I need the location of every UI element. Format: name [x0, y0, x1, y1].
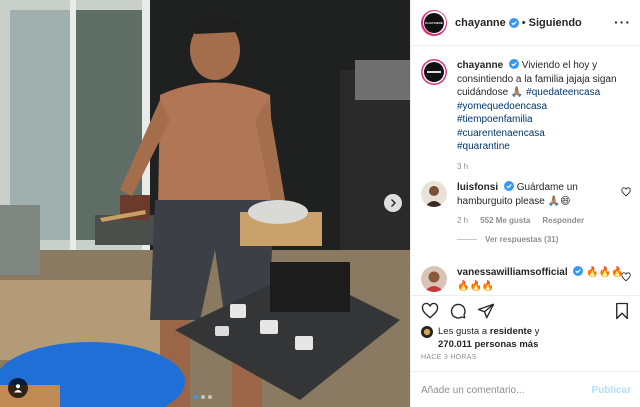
liked-by-prefix: Les gusta a [438, 326, 488, 337]
caption-item: chayanne Viviendo el hoy y consintiendo … [421, 59, 631, 171]
comment-time[interactable]: 2 h [457, 216, 468, 225]
add-comment-bar: Publicar [411, 371, 640, 407]
avatar-image [421, 181, 447, 207]
comment-likes[interactable]: 552 Me gusta [480, 216, 530, 225]
verified-badge-icon [508, 17, 519, 28]
save-bookmark-icon[interactable] [613, 302, 631, 320]
liked-by-count[interactable]: 270.011 personas más [438, 339, 538, 350]
liked-by-connector: y [534, 326, 540, 337]
post-time[interactable]: HACE 3 HORAS [421, 354, 477, 361]
comment-item: luisfonsi Guárdame un hamburguito please… [421, 181, 631, 244]
comment-input[interactable] [421, 384, 581, 396]
avatar-image [421, 266, 447, 292]
hashtag-link[interactable]: #cuarentenaencasa [457, 128, 545, 139]
hashtag-link[interactable]: #yomequedoencasa [457, 101, 547, 112]
share-send-icon[interactable] [477, 302, 495, 320]
action-icons [421, 302, 631, 322]
comment-text-block: vanessawilliamsofficial 🔥🔥🔥🔥🔥🔥 [457, 266, 631, 293]
hashtag-link[interactable]: #quedateencasa [526, 87, 600, 98]
commenter-avatar[interactable] [421, 266, 447, 292]
hashtag-link[interactable]: #quarantine [457, 141, 510, 152]
comments-list: chayanne Viviendo el hoy y consintiendo … [411, 47, 640, 295]
publish-button[interactable]: Publicar [592, 385, 631, 396]
tagged-users-button[interactable] [8, 378, 28, 398]
carousel-dots [194, 395, 212, 399]
author-avatar[interactable] [421, 59, 447, 85]
liker-avatar[interactable] [421, 326, 433, 338]
post-details-panel: CHAYANNE chayanne • Siguiendo ··· chayan… [410, 0, 640, 407]
like-comment-heart-icon[interactable] [621, 187, 631, 197]
view-replies-label: Ver respuestas (31) [485, 235, 559, 244]
comment-author[interactable]: luisfonsi [457, 182, 498, 193]
replies-divider [457, 239, 477, 240]
post-header: CHAYANNE chayanne • Siguiendo ··· [411, 0, 640, 46]
reply-button[interactable]: Responder [542, 216, 584, 225]
avatar-logo-text: CHAYANNE [424, 20, 444, 25]
verified-badge-icon [573, 266, 584, 276]
caption-text-block: chayanne Viviendo el hoy y consintiendo … [457, 59, 631, 154]
carousel-dot [194, 395, 198, 399]
post-photo[interactable] [0, 0, 410, 407]
chevron-right-icon [391, 199, 396, 207]
carousel-dot [201, 395, 205, 399]
comment-text-block: luisfonsi Guárdame un hamburguito please… [457, 181, 631, 208]
caption-author[interactable]: chayanne [457, 60, 503, 71]
user-icon [14, 384, 22, 393]
carousel-dot [208, 395, 212, 399]
photo-illustration [0, 0, 410, 407]
view-replies-button[interactable]: Ver respuestas (31) [457, 235, 631, 244]
author-avatar[interactable]: CHAYANNE [421, 9, 447, 36]
like-heart-icon[interactable] [421, 302, 439, 320]
commenter-avatar[interactable] [421, 181, 447, 207]
verified-badge-icon [503, 181, 514, 191]
verified-badge-icon [508, 59, 519, 69]
following-button[interactable]: Siguiendo [529, 17, 582, 29]
author-username[interactable]: chayanne [455, 17, 506, 29]
caption-meta: 3 h [457, 162, 631, 171]
comment-item: vanessawilliamsofficial 🔥🔥🔥🔥🔥🔥 [421, 266, 631, 293]
hashtag-link[interactable]: #tiempoenfamilia [457, 114, 533, 125]
liked-by-user[interactable]: residente [490, 326, 532, 337]
likes-summary: Les gusta a residente y 270.011 personas… [421, 325, 539, 351]
avatar-image [421, 59, 447, 85]
comment-author[interactable]: vanessawilliamsofficial [457, 267, 568, 278]
like-comment-heart-icon[interactable] [621, 272, 631, 282]
more-options-button[interactable]: ··· [614, 14, 631, 30]
avatar-image [423, 328, 431, 336]
caption-time[interactable]: 3 h [457, 162, 468, 171]
header-separator: • [521, 16, 526, 29]
post-actions: Les gusta a residente y 270.011 personas… [411, 295, 640, 407]
comment-meta: 2 h 552 Me gusta Responder [457, 216, 631, 225]
next-photo-button[interactable] [384, 194, 402, 212]
comment-bubble-icon[interactable] [449, 302, 467, 320]
